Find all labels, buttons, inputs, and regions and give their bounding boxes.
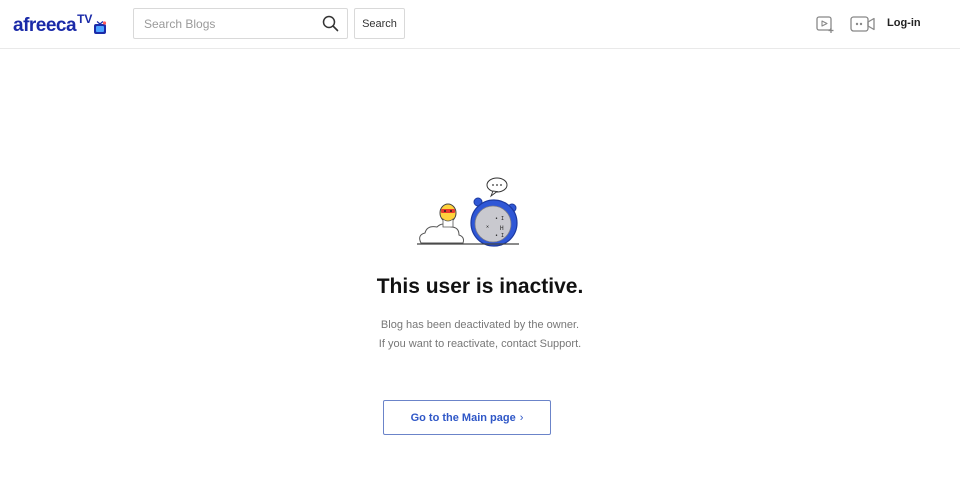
top-header: afreeca TV Search Log-in — [0, 0, 960, 49]
tv-badge-icon — [94, 21, 107, 34]
description-line-2: If you want to reactivate, contact Suppo… — [378, 338, 582, 350]
svg-text:• I: • I — [495, 216, 504, 222]
upload-icon[interactable] — [815, 14, 835, 34]
description-line-1: Blog has been deactivated by the owner. — [380, 319, 580, 331]
search-button[interactable]: Search — [354, 8, 405, 39]
svg-text:H: H — [500, 225, 504, 232]
chevron-right-icon: › — [519, 411, 524, 424]
svg-text:• I: • I — [495, 233, 504, 239]
sleeping-character-illustration: • I ✕ H • I — [417, 177, 519, 247]
live-broadcast-icon[interactable] — [850, 15, 875, 33]
search-box — [133, 8, 348, 39]
search-input[interactable] — [134, 9, 314, 38]
svg-text:✕: ✕ — [486, 224, 489, 230]
search-icon[interactable] — [322, 15, 339, 32]
page-title: This user is inactive. — [376, 275, 584, 298]
afreecatv-logo[interactable]: afreeca TV — [13, 12, 119, 36]
logo-tv-text: TV — [77, 12, 93, 26]
logo-text: afreeca — [13, 15, 77, 36]
login-link[interactable]: Log-in — [887, 17, 921, 29]
go-to-main-page-button[interactable]: Go to the Main page › — [383, 400, 551, 435]
go-to-main-page-label: Go to the Main page — [410, 411, 516, 424]
